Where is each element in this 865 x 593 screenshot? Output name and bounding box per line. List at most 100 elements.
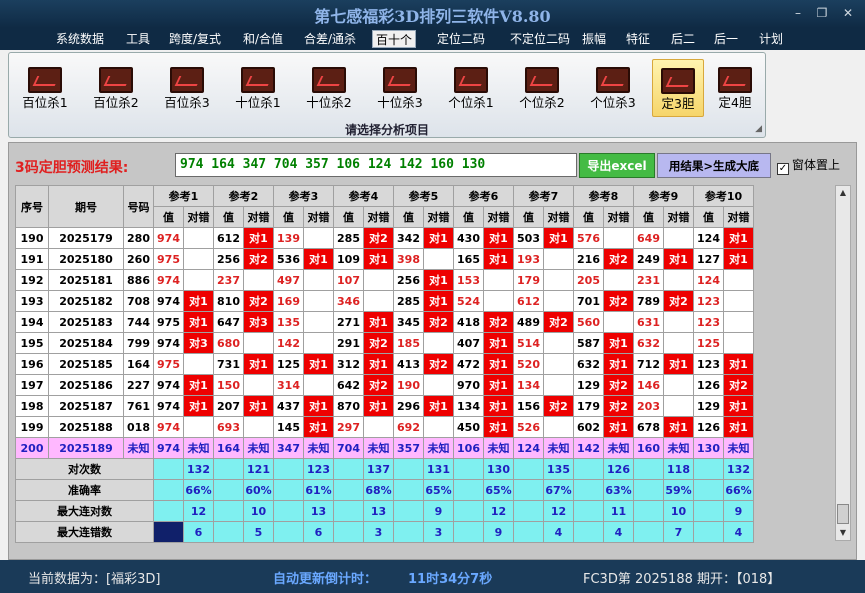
cell-value: 789 <box>633 290 664 312</box>
table-row[interactable]: 191 2025180 260 975 256 对2 536 对1 109 对1 398 165 对1 1… <box>15 248 754 270</box>
expand-icon[interactable]: ◢ <box>755 124 762 134</box>
cell-match <box>723 311 754 333</box>
ribbon-button-10[interactable]: 定4胆 <box>709 59 761 117</box>
stats-value: 7 <box>663 521 694 543</box>
stats-value: 126 <box>603 458 634 480</box>
table-row[interactable]: 192 2025181 886 974 237 497 107 256 对1 153 179 205 2… <box>15 269 754 291</box>
restore-button[interactable]: ❐ <box>812 4 832 22</box>
scroll-up-icon[interactable]: ▲ <box>836 186 850 200</box>
stats-spacer <box>633 458 664 480</box>
menu-item-4[interactable]: 合差/通杀 <box>302 30 358 48</box>
scroll-thumb[interactable] <box>837 504 849 524</box>
menu-item-5[interactable]: 百十个 <box>372 30 416 48</box>
menu-item-10[interactable]: 后二 <box>669 30 697 48</box>
cell-value: 109 <box>333 248 364 270</box>
cell-value: 712 <box>633 353 664 375</box>
table-row[interactable]: 193 2025182 708 974 对1 810 对2 169 346 285 对1 524 612… <box>15 290 754 312</box>
stats-row: 对次数 132 121 123 137 131 130 135 126 118 132 <box>15 458 754 480</box>
scroll-down-icon[interactable]: ▼ <box>836 526 850 540</box>
stats-value: 68% <box>363 479 394 501</box>
menu-item-3[interactable]: 和/合值 <box>240 30 286 48</box>
on-top-checkbox[interactable]: ✓ 窗体置上 <box>777 156 840 175</box>
cell-value: 514 <box>513 332 544 354</box>
stats-spacer <box>213 458 244 480</box>
cell-value: 680 <box>213 332 244 354</box>
table-row[interactable]: 194 2025183 744 975 对1 647 对3 135 271 对1 345 对2 418 对… <box>15 311 754 333</box>
checkbox-icon[interactable]: ✓ <box>777 163 789 175</box>
table-row[interactable]: 200 2025189 未知 974 未知 164 未知 347 未知 704 未知 357 未知 106… <box>15 437 754 459</box>
generate-base-button[interactable]: 用结果>生成大底 <box>657 153 771 178</box>
cell-match: 未知 <box>243 437 274 459</box>
cell-match <box>303 311 334 333</box>
stats-spacer <box>153 521 184 543</box>
vertical-scrollbar[interactable]: ▲ ▼ <box>835 185 851 541</box>
menu-bar: 系统数据 工具 跨度/复式 和/合值 合差/通杀 百十个 定位二码 不定位二码 振幅 特征 后二 后一… <box>0 28 865 50</box>
ribbon-button-6[interactable]: 个位杀1 <box>443 59 499 117</box>
cell-value: 312 <box>333 353 364 375</box>
cell-match <box>423 332 454 354</box>
cell-value: 560 <box>573 311 604 333</box>
cell-value: 146 <box>633 374 664 396</box>
table-row[interactable]: 197 2025186 227 974 对1 150 314 642 对2 190 970 对1 134… <box>15 374 754 396</box>
cell-value: 203 <box>633 395 664 417</box>
cell-match: 对2 <box>723 374 754 396</box>
cell-value: 123 <box>693 311 724 333</box>
stats-value: 12 <box>183 500 214 522</box>
cell-match <box>243 269 274 291</box>
cell-value: 124 <box>513 437 544 459</box>
stats-value: 60% <box>243 479 274 501</box>
stats-spacer <box>273 521 304 543</box>
menu-item-2[interactable]: 跨度/复式 <box>166 30 224 48</box>
cell-value: 536 <box>273 248 304 270</box>
menu-item-8[interactable]: 振幅 <box>580 30 608 48</box>
table-row[interactable]: 195 2025184 799 974 对3 680 142 291 对2 185 407 对1 514… <box>15 332 754 354</box>
menu-item-6[interactable]: 定位二码 <box>432 30 490 48</box>
cell-match: 对1 <box>423 395 454 417</box>
cell-value: 975 <box>153 311 184 333</box>
cell-period: 2025184 <box>48 332 124 354</box>
ribbon-button-1[interactable]: 百位杀2 <box>88 59 144 117</box>
menu-item-12[interactable]: 计划 <box>757 30 785 48</box>
minimize-button[interactable]: – <box>788 4 808 22</box>
ribbon-button-8[interactable]: 个位杀3 <box>585 59 641 117</box>
ribbon-button-0[interactable]: 百位杀1 <box>17 59 73 117</box>
cell-value: 430 <box>453 227 484 249</box>
menu-item-0[interactable]: 系统数据 <box>55 30 105 48</box>
ribbon-button-9[interactable]: 定3胆 <box>652 59 704 117</box>
menu-item-1[interactable]: 工具 <box>123 30 153 48</box>
table-row[interactable]: 198 2025187 761 974 对1 207 对1 437 对1 870 对1 296 对1 13… <box>15 395 754 417</box>
cell-value: 160 <box>633 437 664 459</box>
header-value: 值 <box>573 206 604 228</box>
menu-item-11[interactable]: 后一 <box>712 30 740 48</box>
table-row[interactable]: 190 2025179 280 974 612 对1 139 285 对2 342 对1 430 对1 5… <box>15 227 754 249</box>
menu-item-7[interactable]: 不定位二码 <box>507 30 573 48</box>
cell-period: 2025180 <box>48 248 124 270</box>
header-value: 值 <box>513 206 544 228</box>
stats-label: 最大连对数 <box>15 500 154 522</box>
cell-value: 974 <box>153 374 184 396</box>
ribbon-button-5[interactable]: 十位杀3 <box>372 59 428 117</box>
header-seq: 序号 <box>15 185 49 228</box>
cell-num: 744 <box>123 311 154 333</box>
export-excel-button[interactable]: 导出excel <box>579 153 655 178</box>
header-match: 对错 <box>363 206 394 228</box>
close-button[interactable]: ✕ <box>838 4 858 22</box>
ribbon-button-4[interactable]: 十位杀2 <box>301 59 357 117</box>
cell-value: 296 <box>393 395 424 417</box>
result-field[interactable]: 974 164 347 704 357 106 124 142 160 130 <box>175 153 577 177</box>
cell-match: 对3 <box>183 332 214 354</box>
stats-value: 66% <box>723 479 754 501</box>
table-row[interactable]: 199 2025188 018 974 693 145 对1 297 692 450 对1 526 60… <box>15 416 754 438</box>
cell-match <box>603 311 634 333</box>
ribbon-button-2[interactable]: 百位杀3 <box>159 59 215 117</box>
header-match: 对错 <box>663 206 694 228</box>
ribbon-button-7[interactable]: 个位杀2 <box>514 59 570 117</box>
cell-value: 179 <box>573 395 604 417</box>
cell-value: 125 <box>273 353 304 375</box>
ribbon-button-3[interactable]: 十位杀1 <box>230 59 286 117</box>
cell-match: 未知 <box>183 437 214 459</box>
ribbon-button-label: 个位杀3 <box>590 95 636 110</box>
menu-item-9[interactable]: 特征 <box>624 30 652 48</box>
table-row[interactable]: 196 2025185 164 975 731 对1 125 对1 312 对1 413 对2 472 对… <box>15 353 754 375</box>
cell-value: 526 <box>513 416 544 438</box>
